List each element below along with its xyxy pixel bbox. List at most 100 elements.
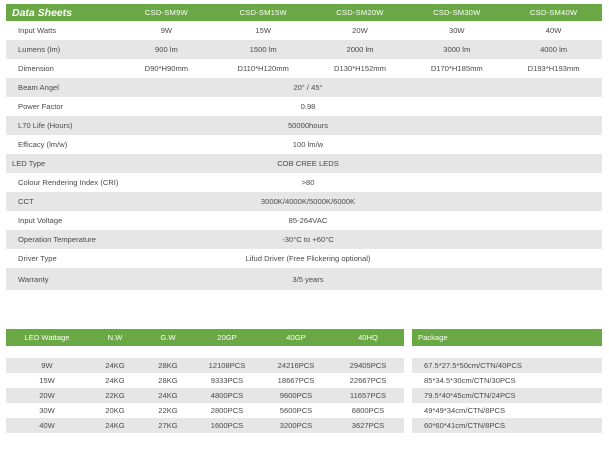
spec-label: Power Factor (18, 102, 64, 111)
table-cell-package: 85*34.5*30cm/CTN/30PCS (424, 376, 516, 385)
spec-row-cct: CCT 3000K/4000K/5000K/6000K (6, 192, 602, 211)
spec-row-input-watts: Input Watts 9W 15W 20W 30W 40W (6, 21, 602, 40)
table-cell: 22KG (105, 391, 125, 400)
spec-value: 50000hours (287, 121, 329, 130)
model-header: CSD-SM15W (239, 8, 287, 17)
table-cell: 9600PCS (279, 391, 313, 400)
data-sheet-title: Data Sheets (12, 6, 73, 19)
table-cell: 28KG (158, 376, 178, 385)
spec-row-l70-life: L70 Life (Hours) 50000hours (6, 116, 602, 135)
spec-row-power-factor: Power Factor 0.98 (6, 97, 602, 116)
table-row: 20W 22KG 24KG 4800PCS 9600PCS 11657PCS 7… (6, 388, 602, 403)
spec-value: 20° / 45° (293, 83, 323, 92)
model-header: CSD-SM40W (529, 8, 578, 17)
table-cell: 28KG (158, 361, 178, 370)
spec-label: Colour Rendering Index (CRI) (18, 178, 119, 187)
model-header: CSD-SM9W (144, 8, 188, 17)
spec-label: Input Watts (18, 26, 57, 35)
table-cell: 1600PCS (210, 421, 244, 430)
package-header: Package (412, 329, 602, 346)
table-cell-package: 60*60*41cm/CTN/8PCS (412, 418, 602, 433)
spec-row-led-type: LED Type COB CREE LEDS (6, 154, 602, 173)
table-cell: 24KG (105, 421, 125, 430)
data-sheet-table: Data Sheets CSD-SM9W CSD-SM15W CSD-SM20W… (6, 4, 602, 290)
table-row: 40W 24KG 27KG 1600PCS 3200PCS 3627PCS 60… (6, 418, 602, 433)
spec-row-cri: Colour Rendering Index (CRI) >80 (6, 173, 602, 192)
packing-col-header: G.W (160, 333, 176, 342)
spec-row-warranty: Warranty 3/5 years (6, 268, 602, 290)
spec-label: LED Type (12, 159, 46, 168)
table-cell: 30W (39, 406, 55, 415)
spec-row-dimension: Dimension D90*H90mm D110*H120mm D130*H15… (6, 59, 602, 78)
spec-row-driver-type: Driver Type Lifud Driver (Free Flickerin… (6, 249, 602, 268)
table-cell: 18667PCS (277, 376, 315, 385)
spec-value: 1500 lm (249, 45, 277, 54)
spec-label: Input Voltage (18, 216, 63, 225)
spec-row-input-voltage: Input Voltage 85-264VAC (6, 211, 602, 230)
spec-value: 30W (448, 26, 465, 35)
spec-value: COB CREE LEDS (277, 159, 339, 168)
spec-label: Driver Type (18, 254, 57, 263)
table-cell-package: 49*49*34cm/CTN/8PCS (424, 406, 506, 415)
packing-table: LED Wattage N.W G.W 20GP 40GP 40HQ Packa… (6, 329, 602, 433)
table-cell: 12108PCS (208, 361, 246, 370)
spec-value: 15W (255, 26, 271, 35)
table-cell: 9333PCS (210, 376, 244, 385)
table-cell: 27KG (158, 421, 178, 430)
spec-row-beam-angle: Beam Angel 20° / 45° (6, 78, 602, 97)
packing-col-header: 40GP (286, 333, 306, 342)
packing-header: LED Wattage N.W G.W 20GP 40GP 40HQ Packa… (6, 329, 602, 346)
spec-value: -30°C to +60°C (282, 235, 334, 244)
table-cell: 3200PCS (279, 421, 313, 430)
spec-value: >80 (301, 178, 315, 187)
model-header: CSD-SM30W (433, 8, 481, 17)
spec-row-efficacy: Efficacy (lm/w) 100 lm/w (6, 135, 602, 154)
spec-label: CCT (18, 197, 34, 206)
model-header: CSD-SM20W (336, 8, 384, 17)
table-cell: 29405PCS (349, 361, 387, 370)
spec-value: 3/5 years (292, 274, 324, 284)
spec-value: 9W (160, 26, 173, 35)
table-cell: 2800PCS (210, 406, 244, 415)
table-cell: 24KG (105, 376, 125, 385)
packing-col-header: 20GP (217, 333, 237, 342)
table-cell: 22KG (158, 406, 178, 415)
packing-col-header: 40HQ (358, 333, 378, 342)
table-cell: 4800PCS (210, 391, 244, 400)
spec-label: Lumens (lm) (18, 45, 61, 54)
spec-label: Dimension (18, 64, 54, 73)
spec-label: L70 Life (Hours) (18, 121, 73, 130)
spec-label: Beam Angel (18, 83, 59, 92)
table-row: 9W 24KG 28KG 12108PCS 24216PCS 29405PCS … (6, 358, 602, 373)
table-cell: 20W (39, 391, 55, 400)
table-cell: 15W (39, 376, 55, 385)
table-cell-package: 79.5*40*45cm/CTN/24PCS (412, 388, 602, 403)
spec-value: D90*H90mm (144, 64, 189, 73)
table-row: 30W 20KG 22KG 2800PCS 5600PCS 6800PCS 49… (6, 403, 602, 418)
table-cell: 24KG (158, 391, 178, 400)
table-row: 15W 24KG 28KG 9333PCS 18667PCS 22667PCS … (6, 373, 602, 388)
packing-col-header: N.W (107, 333, 123, 342)
table-cell-package: 67.5*27.5*50cm/CTN/40PCS (412, 358, 602, 373)
table-cell: 11657PCS (349, 391, 387, 400)
spec-value: 3000K/4000K/5000K/6000K (260, 197, 356, 206)
table-cell: 24216PCS (277, 361, 315, 370)
spec-value: 40W (545, 26, 562, 35)
spec-row-operation-temperature: Operation Temperature -30°C to +60°C (6, 230, 602, 249)
table-cell: 9W (41, 361, 53, 370)
table-cell: 22667PCS (349, 376, 387, 385)
table-cell: 40W (39, 421, 55, 430)
spec-value: D110*H120mm (237, 64, 289, 73)
data-sheet-header: Data Sheets CSD-SM9W CSD-SM15W CSD-SM20W… (6, 4, 602, 21)
table-cell: 6800PCS (351, 406, 385, 415)
spec-row-lumens: Lumens (lm) 900 lm 1500 lm 2000 lm 3000 … (6, 40, 602, 59)
spec-value: 900 lm (155, 45, 178, 54)
spec-value: D130*H152mm (334, 64, 386, 73)
spec-value: 0.98 (300, 102, 316, 111)
spec-value: 2000 lm (346, 45, 374, 54)
spec-value: D170*H185mm (430, 64, 483, 73)
table-cell: 3627PCS (351, 421, 385, 430)
spec-value: 4000 lm (540, 45, 568, 54)
spec-label: Operation Temperature (18, 235, 96, 244)
spec-label: Efficacy (lm/w) (18, 140, 68, 149)
